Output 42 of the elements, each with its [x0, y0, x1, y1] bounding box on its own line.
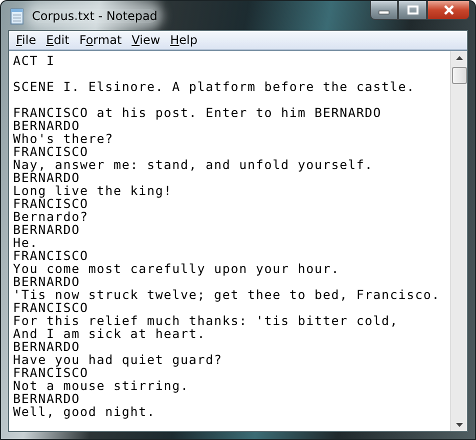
text-line: BERNARDO [13, 119, 80, 132]
text-line: Not a mouse stirring. [13, 379, 189, 392]
text-line: BERNARDO [13, 223, 80, 236]
minimize-button[interactable] [370, 1, 398, 20]
text-line: FRANCISCO [13, 145, 88, 158]
maximize-button[interactable] [398, 1, 427, 20]
text-line: BERNARDO [13, 171, 80, 184]
text-line: Well, good night. [13, 405, 156, 418]
close-button[interactable] [427, 1, 470, 20]
scroll-up-icon[interactable] [456, 56, 462, 60]
text-line: FRANCISCO [13, 366, 88, 379]
maximize-icon [406, 5, 418, 15]
text-line: SCENE I. Elsinore. A platform before the castle. [13, 80, 416, 93]
text-line: BERNARDO [13, 275, 80, 288]
scroll-down-icon[interactable] [456, 423, 462, 427]
text-line: 'Tis now struck twelve; get thee to bed, Francisco. [13, 288, 440, 301]
text-line: BERNARDO [13, 340, 80, 353]
menu-item[interactable]: Help [166, 31, 204, 49]
vertical-scrollbar[interactable] [450, 51, 467, 431]
menu-item[interactable]: Format [75, 31, 128, 49]
text-line: FRANCISCO [13, 301, 88, 314]
window-title: Corpus.txt - Notepad [32, 9, 158, 23]
text-line: You come most carefully upon your hour. [13, 262, 340, 275]
close-icon [442, 5, 454, 15]
menu-item[interactable]: File [12, 31, 42, 49]
text-line: ACT I [13, 54, 55, 67]
text-line: Nay, answer me: stand, and unfold yourself. [13, 158, 374, 171]
text-line: Long live the king! [13, 184, 172, 197]
scroll-thumb[interactable] [452, 67, 466, 84]
menu-item[interactable]: View [128, 31, 166, 49]
text-line: He. [13, 236, 38, 249]
menu-item[interactable]: Edit [42, 31, 76, 49]
text-line: For this relief much thanks: 'tis bitter cold, [13, 314, 398, 327]
text-line: Who's there? [13, 132, 114, 145]
notepad-icon [9, 8, 25, 25]
text-line: Have you had quiet guard? [13, 353, 222, 366]
text-line: FRANCISCO at his post. Enter to him BERNARDO [13, 106, 382, 119]
text-line: BERNARDO [13, 392, 80, 405]
text-line: FRANCISCO [13, 249, 88, 262]
text-line: And I am sick at heart. [13, 327, 206, 340]
text-line: FRANCISCO [13, 197, 88, 210]
text-line: Bernardo? [13, 210, 88, 223]
